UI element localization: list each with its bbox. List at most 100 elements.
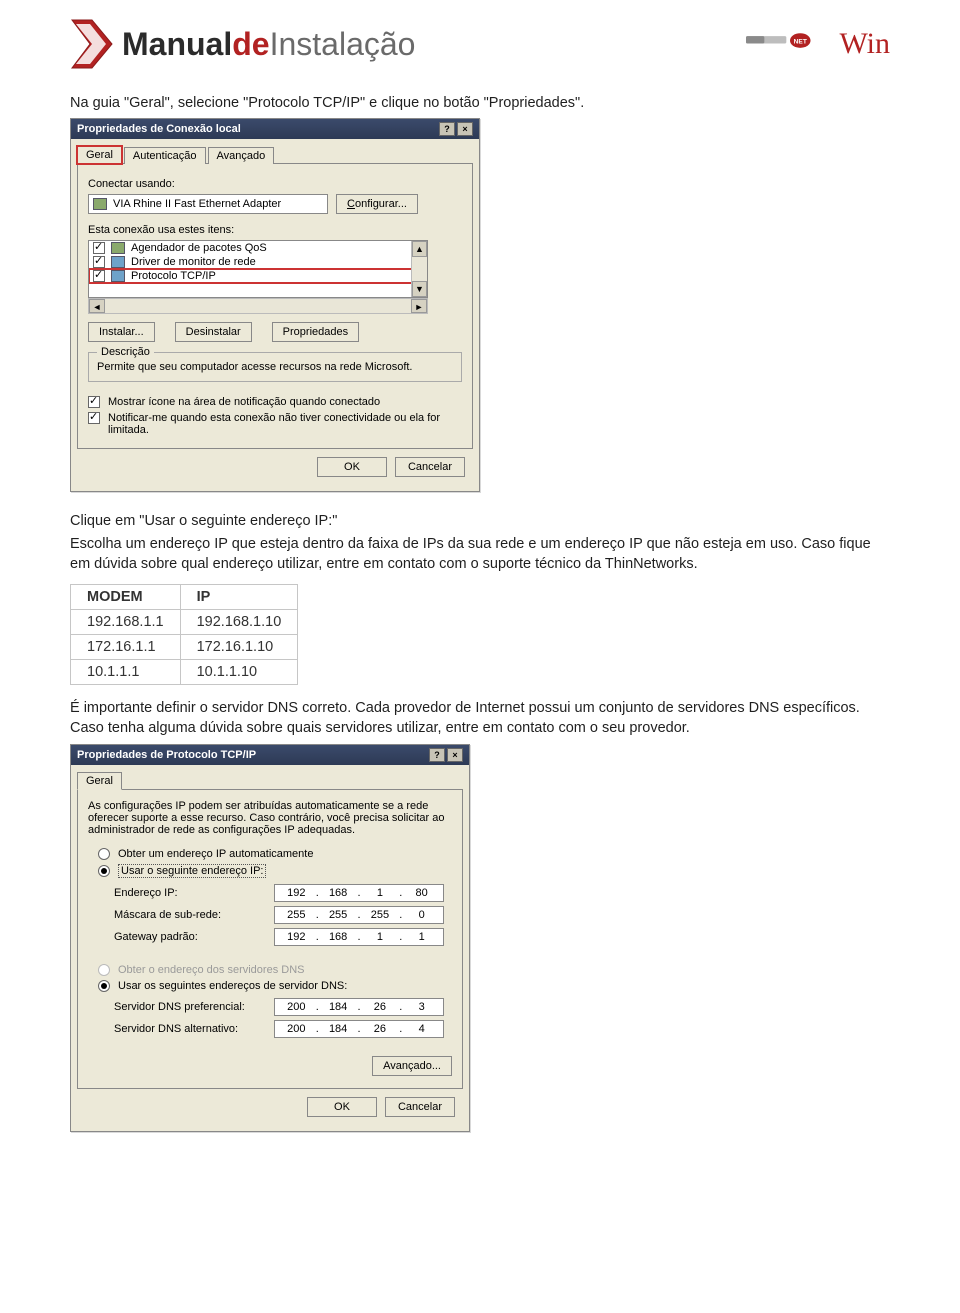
label-ip-address: Endereço IP:: [114, 887, 178, 899]
scroll-left-icon[interactable]: ◄: [89, 299, 105, 313]
page-header: Manual de Instalação NET Win: [70, 18, 890, 70]
label-notify: Notificar-me quando esta conexão não tiv…: [108, 412, 448, 436]
dialog1-titlebar[interactable]: Propriedades de Conexão local ? ×: [71, 119, 479, 139]
label-uses-items: Esta conexão usa estes itens:: [88, 224, 462, 236]
tnet-logo-icon: NET: [746, 31, 834, 58]
ip-address-input[interactable]: 192. 168. 1. 80: [274, 884, 444, 902]
list-item-label: Protocolo TCP/IP: [131, 270, 216, 282]
subnet-mask-input[interactable]: 255. 255. 255. 0: [274, 906, 444, 924]
label-use-ip: Usar o seguinte endereço IP:: [118, 864, 266, 878]
paragraph-dns: É importante definir o servidor DNS corr…: [70, 699, 890, 738]
tcpip-icon: [111, 270, 125, 282]
cell-modem: 10.1.1.1: [71, 660, 181, 685]
paragraph-choose-ip: Escolha um endereço IP que esteja dentro…: [70, 535, 890, 574]
logo-left: Manual de Instalação: [70, 18, 415, 70]
label-auto-ip: Obter um endereço IP automaticamente: [118, 848, 313, 860]
help-icon[interactable]: ?: [429, 748, 445, 762]
qos-icon: [111, 242, 125, 254]
listbox-hscroll[interactable]: ◄ ►: [88, 298, 428, 314]
scroll-up-icon[interactable]: ▲: [412, 241, 427, 257]
scroll-right-icon[interactable]: ►: [411, 299, 427, 313]
checkbox-icon[interactable]: [93, 256, 105, 268]
ok-button[interactable]: OK: [307, 1097, 377, 1117]
tcpip-intro-text: As configurações IP podem ser atribuídas…: [88, 800, 452, 836]
cell-ip: 192.168.1.10: [180, 610, 298, 635]
radio-auto-ip[interactable]: [98, 848, 110, 860]
adapter-field: VIA Rhine II Fast Ethernet Adapter: [88, 194, 328, 214]
table-header-ip: IP: [180, 585, 298, 610]
title-suffix: Instalação: [270, 26, 416, 63]
radio-use-ip[interactable]: [98, 865, 110, 877]
radio-auto-dns: [98, 964, 110, 976]
checkbox-icon[interactable]: [93, 270, 105, 282]
dialog2-titlebar[interactable]: Propriedades de Protocolo TCP/IP ? ×: [71, 745, 469, 765]
description-legend: Descrição: [97, 346, 154, 358]
table-header-modem: MODEM: [71, 585, 181, 610]
dialog2-title: Propriedades de Protocolo TCP/IP: [77, 749, 256, 761]
help-icon[interactable]: ?: [439, 122, 455, 136]
properties-button[interactable]: Propriedades: [272, 322, 359, 342]
install-button[interactable]: Instalar...: [88, 322, 155, 342]
brand-right: NET Win: [746, 27, 890, 61]
label-use-dns: Usar os seguintes endereços de servidor …: [118, 980, 347, 992]
listbox-scrollbar[interactable]: ▲ ▼: [411, 241, 427, 297]
label-gateway: Gateway padrão:: [114, 931, 198, 943]
label-connect-using: Conectar usando:: [88, 178, 462, 190]
table-row: 192.168.1.1 192.168.1.10: [71, 610, 298, 635]
label-subnet-mask: Máscara de sub-rede:: [114, 909, 221, 921]
label-dns-preferred: Servidor DNS preferencial:: [114, 1001, 245, 1013]
tab-avancado[interactable]: Avançado: [208, 147, 275, 164]
ok-button[interactable]: OK: [317, 457, 387, 477]
table-row: 10.1.1.1 10.1.1.10: [71, 660, 298, 685]
adapter-icon: [93, 198, 107, 210]
gateway-input[interactable]: 192. 168. 1. 1: [274, 928, 444, 946]
cell-ip: 172.16.1.10: [180, 635, 298, 660]
close-icon[interactable]: ×: [447, 748, 463, 762]
checkbox-notify[interactable]: [88, 412, 100, 424]
page-title: Manual de Instalação: [122, 26, 415, 63]
description-group: Descrição Permite que seu computador ace…: [88, 352, 462, 382]
title-de: de: [232, 26, 269, 63]
dns-alternate-input[interactable]: 200. 184. 26. 4: [274, 1020, 444, 1038]
radio-use-dns[interactable]: [98, 980, 110, 992]
dialog-local-connection-props: Propriedades de Conexão local ? × Geral …: [70, 118, 480, 492]
brand-win-text: Win: [840, 27, 890, 61]
paragraph-select-tcpip: Na guia "Geral", selecione "Protocolo TC…: [70, 94, 890, 114]
list-item[interactable]: Driver de monitor de rede: [89, 255, 427, 269]
title-prefix: Manual: [122, 26, 232, 63]
configure-button[interactable]: CConfigurar...onfigurar...: [336, 194, 418, 214]
checkbox-show-icon[interactable]: [88, 396, 100, 408]
list-item[interactable]: Agendador de pacotes QoS: [89, 241, 427, 255]
list-item-label: Driver de monitor de rede: [131, 256, 256, 268]
checkbox-icon[interactable]: [93, 242, 105, 254]
svg-text:NET: NET: [793, 38, 806, 45]
logo-mark-icon: [70, 18, 116, 70]
tab-geral[interactable]: Geral: [77, 146, 122, 164]
adapter-name: VIA Rhine II Fast Ethernet Adapter: [113, 198, 281, 210]
tab-geral[interactable]: Geral: [77, 772, 122, 790]
uninstall-button[interactable]: Desinstalar: [175, 322, 252, 342]
cancel-button[interactable]: Cancelar: [385, 1097, 455, 1117]
list-item-selected-tcpip[interactable]: Protocolo TCP/IP: [89, 269, 427, 283]
close-icon[interactable]: ×: [457, 122, 473, 136]
dns-preferred-input[interactable]: 200. 184. 26. 3: [274, 998, 444, 1016]
description-text: Permite que seu computador acesse recurs…: [97, 361, 453, 373]
label-auto-dns: Obter o endereço dos servidores DNS: [118, 964, 304, 976]
cell-modem: 172.16.1.1: [71, 635, 181, 660]
paragraph-use-ip-heading: Clique em "Usar o seguinte endereço IP:": [70, 512, 890, 532]
label-dns-alternate: Servidor DNS alternativo:: [114, 1023, 238, 1035]
table-row: 172.16.1.1 172.16.1.10: [71, 635, 298, 660]
list-item-label: Agendador de pacotes QoS: [131, 242, 267, 254]
label-show-icon: Mostrar ícone na área de notificação qua…: [108, 396, 380, 408]
cell-modem: 192.168.1.1: [71, 610, 181, 635]
tab-autenticacao[interactable]: Autenticação: [124, 147, 206, 164]
cell-ip: 10.1.1.10: [180, 660, 298, 685]
cancel-button[interactable]: Cancelar: [395, 457, 465, 477]
dialog1-title: Propriedades de Conexão local: [77, 123, 241, 135]
modem-ip-table: MODEM IP 192.168.1.1 192.168.1.10 172.16…: [70, 584, 298, 685]
scroll-down-icon[interactable]: ▼: [412, 281, 427, 297]
netdriver-icon: [111, 256, 125, 268]
advanced-button[interactable]: Avançado...: [372, 1056, 452, 1076]
items-listbox[interactable]: Agendador de pacotes QoS Driver de monit…: [88, 240, 428, 298]
dialog1-tabs: Geral Autenticação Avançado: [77, 145, 473, 164]
